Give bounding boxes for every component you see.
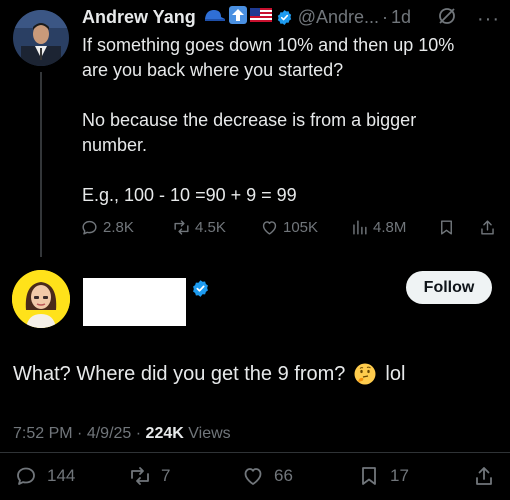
reply-icon [82, 220, 97, 235]
views-total: 224K [145, 425, 184, 442]
blue-cap-icon [202, 7, 226, 28]
time-ago[interactable]: 1d [391, 7, 411, 28]
tweet-time[interactable]: 7:52 PM [13, 425, 73, 442]
separator-dot: · [382, 6, 389, 27]
us-flag-icon [249, 7, 272, 27]
tweet-meta: 7:52 PM · 4/9/25 · 224K Views [13, 425, 231, 443]
verified-icon [276, 9, 293, 26]
repost-icon [131, 467, 149, 485]
parent-action-bar: 2.8K 4.5K 105K 4.8M [80, 215, 500, 239]
thread-line [40, 72, 42, 257]
author-handle[interactable]: @Andre... [298, 7, 379, 28]
tweet-body: If something goes down 10% and then up 1… [82, 33, 492, 208]
like-count: 66 [274, 466, 293, 485]
reply-action-bar: 144 7 66 17 [0, 464, 510, 494]
bookmark-icon [441, 219, 452, 235]
views-label: Views [188, 425, 231, 442]
bookmark-icon [362, 467, 376, 485]
share-icon [481, 219, 494, 235]
share-button[interactable] [478, 218, 497, 237]
repost-count: 7 [161, 466, 171, 485]
tweet-date[interactable]: 4/9/25 [87, 425, 131, 442]
reply-button[interactable]: 144 [14, 464, 75, 488]
body-line: If something goes down 10% and then up 1… [82, 35, 455, 55]
body-line: No because the decrease is from a bigger [82, 110, 417, 130]
more-icon[interactable]: ··· [477, 9, 500, 29]
repost-icon [174, 219, 189, 235]
like-count: 105K [283, 218, 319, 236]
verified-icon [191, 279, 210, 298]
meta-dot: · [77, 425, 83, 442]
reply-text: What? Where did you get the 9 from? lol [13, 362, 405, 386]
grok-icon[interactable] [437, 6, 457, 31]
bookmark-button[interactable] [437, 218, 456, 237]
up-arrow-icon [228, 5, 247, 29]
heart-icon [244, 468, 262, 485]
redacted-name [83, 278, 186, 326]
body-line: number. [82, 135, 148, 155]
repost-button[interactable]: 4.5K [172, 218, 226, 237]
heart-icon [262, 220, 277, 235]
repost-count: 4.5K [195, 218, 226, 236]
body-line: E.g., 100 - 10 =90 + 9 = 99 [82, 185, 297, 205]
views-icon [353, 219, 367, 235]
author-name[interactable]: Andrew Yang [82, 7, 196, 28]
like-button[interactable]: 66 [241, 464, 293, 488]
share-button[interactable] [472, 464, 496, 488]
body-line: are you back where you started? [82, 60, 344, 80]
reply-button[interactable]: 2.8K [80, 218, 134, 237]
thinking-face-icon [353, 362, 377, 386]
reply-text-suffix: lol [385, 362, 406, 385]
reply-avatar[interactable] [12, 270, 70, 328]
bookmark-button[interactable]: 17 [357, 464, 409, 488]
follow-button[interactable]: Follow [406, 271, 492, 304]
tweet-header: Andrew Yang @Andre... · 1d [82, 5, 411, 29]
divider [0, 452, 510, 453]
reply-text-main: What? Where did you get the 9 from? [13, 362, 346, 385]
author-avatar[interactable] [13, 10, 69, 66]
repost-button[interactable]: 7 [128, 464, 170, 488]
share-icon [476, 467, 492, 485]
bookmark-count: 17 [390, 466, 409, 485]
meta-dot: · [135, 425, 142, 442]
reply-count: 144 [47, 466, 76, 485]
reply-count: 2.8K [103, 218, 134, 236]
views-button[interactable]: 4.8M [350, 218, 406, 237]
views-count: 4.8M [373, 218, 407, 236]
reply-icon [17, 467, 35, 485]
like-button[interactable]: 105K [260, 218, 318, 237]
